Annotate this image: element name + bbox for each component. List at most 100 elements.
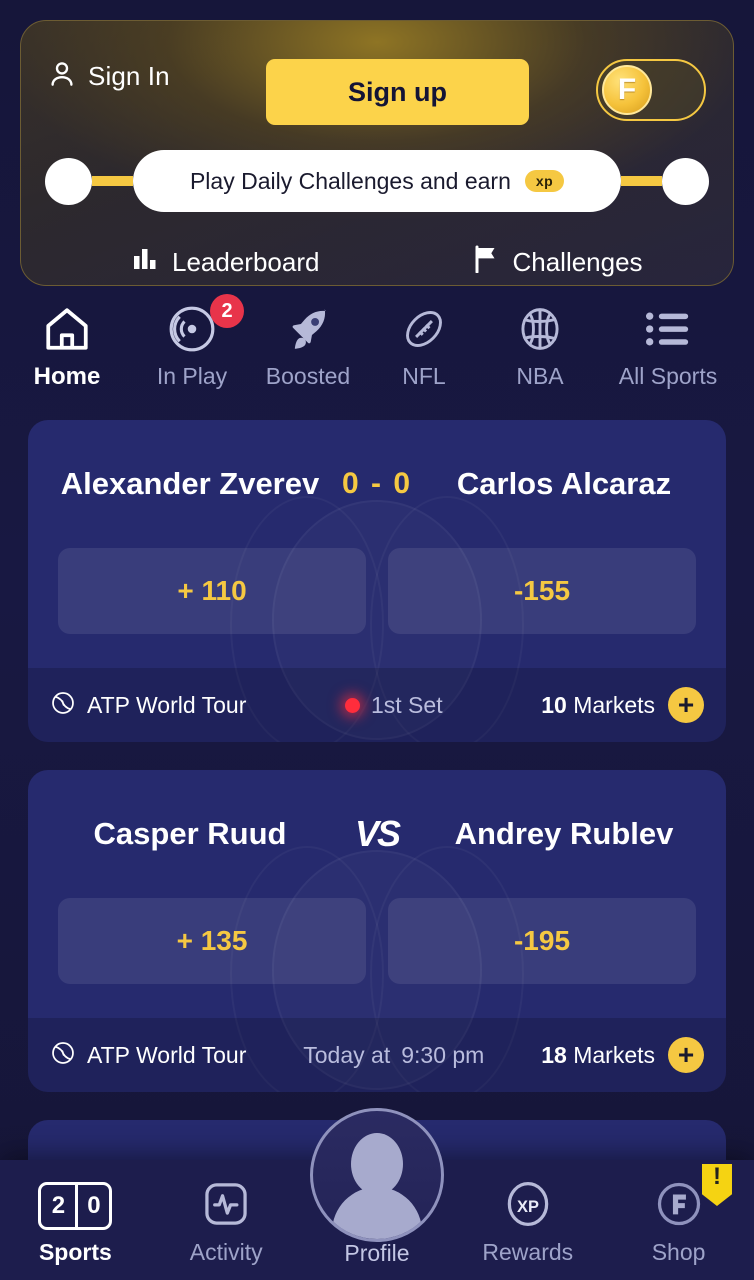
match-card-header: Alexander Zverev 0 - 0 Carlos Alcaraz bbox=[28, 420, 726, 548]
sports-nav-home[interactable]: Home bbox=[0, 294, 134, 391]
bottom-nav-shop-label: Shop bbox=[651, 1239, 706, 1265]
sports-nav-nba-label: NBA bbox=[516, 363, 564, 389]
banner-track-left bbox=[92, 176, 133, 186]
markets-count: 10 bbox=[541, 691, 567, 718]
bar-chart-icon bbox=[133, 247, 159, 278]
sports-nav-boosted-label: Boosted bbox=[265, 363, 351, 389]
markets-word: Markets bbox=[573, 691, 655, 718]
match-start-time: 9:30 pm bbox=[401, 1041, 485, 1068]
leaderboard-label: Leaderboard bbox=[172, 246, 320, 277]
bottom-nav-shop[interactable]: ! Shop bbox=[603, 1164, 754, 1266]
match-status-prefix: Today at bbox=[303, 1041, 391, 1068]
match-card[interactable]: Alexander Zverev 0 - 0 Carlos Alcaraz + … bbox=[28, 420, 726, 742]
bottom-nav-sports[interactable]: 2 0 Sports bbox=[0, 1174, 151, 1266]
tennis-ball-icon bbox=[50, 1040, 76, 1071]
profile-button[interactable] bbox=[310, 1108, 444, 1242]
markets-group[interactable]: 10 Markets + bbox=[541, 687, 704, 723]
challenges-link[interactable]: Challenges bbox=[474, 245, 643, 280]
sports-nav-nba[interactable]: NBA bbox=[482, 294, 598, 390]
in-play-badge: 2 bbox=[210, 294, 244, 328]
match-status-text: 1st Set bbox=[370, 691, 443, 718]
markets-count-label: 10 Markets bbox=[541, 692, 655, 719]
bottom-nav-activity-label: Activity bbox=[189, 1239, 263, 1265]
markets-word: Markets bbox=[573, 1041, 655, 1068]
match-status: Today at 9:30 pm bbox=[246, 1042, 541, 1069]
away-odds-button[interactable]: -195 bbox=[388, 898, 696, 984]
xp-badge: xp bbox=[524, 170, 565, 192]
daily-challenge-button[interactable]: Play Daily Challenges and earn xp bbox=[133, 150, 621, 212]
banner-track-right bbox=[621, 176, 662, 186]
home-icon bbox=[41, 302, 93, 356]
match-score: 0 - 0 bbox=[341, 467, 413, 500]
leaderboard-link[interactable]: Leaderboard bbox=[133, 247, 319, 278]
football-icon bbox=[398, 302, 450, 356]
avatar-icon bbox=[351, 1133, 403, 1195]
home-odds-button[interactable]: + 110 bbox=[58, 548, 366, 634]
sign-up-button[interactable]: Sign up bbox=[266, 59, 529, 125]
away-odds-button[interactable]: -155 bbox=[388, 548, 696, 634]
bottom-nav-rewards-label: Rewards bbox=[482, 1239, 574, 1265]
sports-nav-all-sports-label: All Sports bbox=[618, 363, 718, 389]
bottom-nav-rewards[interactable]: XP Rewards bbox=[452, 1174, 603, 1266]
expand-markets-button[interactable]: + bbox=[668, 687, 704, 723]
sign-in-button[interactable]: Sign In bbox=[47, 58, 170, 95]
bottom-nav-sports-label: Sports bbox=[38, 1239, 112, 1265]
bottom-nav-activity[interactable]: Activity bbox=[151, 1174, 302, 1266]
match-center-info: 0 - 0 bbox=[322, 467, 432, 501]
away-team-name: Andrey Rublev bbox=[454, 816, 674, 851]
scoreboard-right-value: 0 bbox=[75, 1185, 109, 1227]
challenges-label: Challenges bbox=[512, 246, 643, 277]
flag-icon bbox=[474, 245, 499, 280]
league-info[interactable]: ATP World Tour bbox=[50, 1040, 246, 1071]
list-icon bbox=[644, 302, 692, 356]
live-indicator-icon bbox=[344, 697, 360, 713]
sports-nav-boosted[interactable]: Boosted bbox=[250, 294, 366, 390]
away-team-name: Carlos Alcaraz bbox=[456, 466, 672, 501]
vs-label: VS bbox=[354, 813, 401, 854]
match-card-footer: ATP World Tour 1st Set 10 Markets + bbox=[28, 668, 726, 742]
daily-challenge-banner: Play Daily Challenges and earn xp bbox=[21, 131, 733, 231]
home-team-name: Casper Ruud bbox=[93, 816, 287, 851]
shop-alert-badge: ! bbox=[701, 1164, 732, 1206]
f-coin-outline-icon bbox=[652, 1174, 706, 1230]
sports-nav-in-play-label: In Play bbox=[156, 363, 228, 389]
markets-count-label: 18 Markets bbox=[541, 1042, 655, 1069]
league-info[interactable]: ATP World Tour bbox=[50, 690, 246, 721]
banner-dot-left bbox=[45, 157, 92, 205]
sports-nav-all-sports[interactable]: All Sports bbox=[598, 294, 738, 390]
daily-challenge-text: Play Daily Challenges and earn bbox=[189, 167, 511, 194]
odds-row: + 135 -195 bbox=[28, 898, 726, 1018]
scoreboard-icon: 2 0 bbox=[38, 1174, 113, 1230]
sports-nav-in-play[interactable]: 2 In Play bbox=[134, 294, 250, 390]
f-coin-balance-pill[interactable]: F bbox=[596, 59, 706, 121]
sports-nav-nfl[interactable]: NFL bbox=[366, 294, 482, 390]
home-odds-button[interactable]: + 135 bbox=[58, 898, 366, 984]
bottom-navigation: 2 0 Sports Activity XP Rewards ! Shop Pr… bbox=[0, 1108, 754, 1280]
match-card[interactable]: Casper Ruud VS Andrey Rublev + 135 -195 bbox=[28, 770, 726, 1092]
promo-links-row: Leaderboard Challenges bbox=[21, 237, 733, 285]
xp-circle-icon: XP bbox=[501, 1174, 555, 1230]
promo-header: Sign In Sign up F Play Daily Challenges … bbox=[20, 20, 734, 286]
banner-dot-right bbox=[662, 157, 709, 205]
match-status: 1st Set bbox=[246, 692, 541, 719]
sign-in-label: Sign In bbox=[88, 60, 170, 91]
expand-markets-button[interactable]: + bbox=[668, 1037, 704, 1073]
rocket-icon bbox=[282, 302, 334, 356]
promo-top-row: Sign In Sign up F bbox=[21, 21, 733, 131]
bottom-nav-profile-label: Profile bbox=[344, 1240, 410, 1266]
sports-category-nav: Home 2 In Play Boosted NFL NBA All Sport… bbox=[0, 294, 754, 414]
user-icon bbox=[47, 58, 77, 95]
sports-nav-nfl-label: NFL bbox=[402, 363, 446, 389]
home-team-name: Alexander Zverev bbox=[60, 466, 320, 501]
basketball-icon bbox=[514, 302, 566, 356]
match-card-header: Casper Ruud VS Andrey Rublev bbox=[28, 770, 726, 898]
league-name: ATP World Tour bbox=[87, 691, 247, 718]
avatar-body bbox=[332, 1187, 422, 1239]
sports-nav-home-label: Home bbox=[33, 363, 101, 390]
league-name: ATP World Tour bbox=[87, 1041, 247, 1068]
svg-text:XP: XP bbox=[517, 1198, 539, 1216]
match-center-info: VS bbox=[322, 813, 432, 855]
markets-group[interactable]: 18 Markets + bbox=[541, 1037, 704, 1073]
odds-row: + 110 -155 bbox=[28, 548, 726, 668]
tennis-ball-icon bbox=[50, 690, 76, 721]
